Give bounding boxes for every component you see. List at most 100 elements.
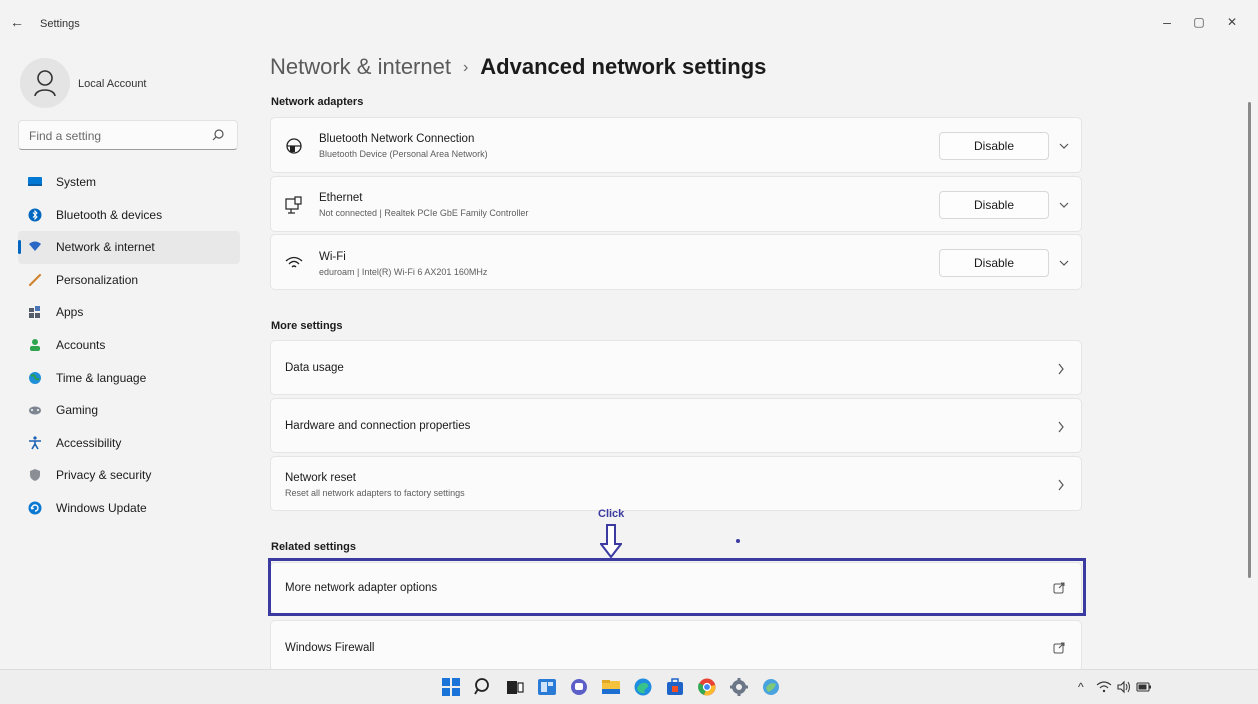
wifi-icon[interactable] bbox=[1096, 680, 1112, 694]
ethernet-icon bbox=[285, 196, 302, 214]
setting-description: Reset all network adapters to factory se… bbox=[285, 488, 465, 498]
adapter-name: Ethernet bbox=[319, 192, 363, 204]
file-explorer-icon[interactable] bbox=[601, 677, 621, 697]
account-header[interactable]: Local Account bbox=[20, 58, 240, 110]
chevron-down-icon[interactable] bbox=[1059, 201, 1069, 209]
sidebar-item-system[interactable]: System bbox=[18, 166, 240, 199]
search-box[interactable] bbox=[18, 120, 238, 150]
restore-button[interactable]: ▢ bbox=[1187, 10, 1211, 34]
gamepad-icon bbox=[29, 406, 41, 415]
sidebar-item-label: System bbox=[56, 175, 97, 189]
windows-firewall-item[interactable]: Windows Firewall bbox=[270, 620, 1082, 672]
sidebar-item-personalization[interactable]: Personalization bbox=[18, 264, 240, 297]
chat-icon[interactable] bbox=[569, 677, 589, 697]
external-link-icon bbox=[1053, 582, 1065, 594]
close-button[interactable]: ✕ bbox=[1220, 10, 1244, 34]
shield-icon bbox=[30, 469, 40, 482]
back-icon[interactable]: ← bbox=[10, 14, 30, 32]
breadcrumb-separator: › bbox=[462, 59, 469, 76]
person-icon bbox=[30, 338, 40, 351]
window-title: Settings bbox=[40, 18, 80, 30]
setting-label: Data usage bbox=[285, 362, 344, 374]
setting-label: Hardware and connection properties bbox=[285, 420, 471, 432]
update-icon bbox=[28, 501, 42, 515]
search-input[interactable] bbox=[29, 127, 209, 145]
widgets-icon[interactable] bbox=[537, 677, 557, 697]
minimize-button[interactable]: – bbox=[1155, 10, 1179, 34]
adapter-description: Bluetooth Device (Personal Area Network) bbox=[319, 149, 488, 159]
chevron-right-icon bbox=[1058, 363, 1064, 375]
sidebar-item-accounts[interactable]: Accounts bbox=[18, 329, 240, 362]
adapter-card-wifi[interactable]: Wi-Fi eduroam | Intel(R) Wi-Fi 6 AX201 1… bbox=[270, 234, 1082, 290]
sidebar-item-accessibility[interactable]: Accessibility bbox=[18, 427, 240, 460]
task-view-icon[interactable] bbox=[505, 677, 525, 697]
globe-clock-icon bbox=[29, 371, 41, 384]
edge-icon[interactable] bbox=[633, 677, 653, 697]
wifi-icon bbox=[285, 256, 303, 268]
start-icon[interactable] bbox=[441, 677, 461, 697]
chevron-down-icon[interactable] bbox=[1059, 142, 1069, 150]
network-reset-item[interactable]: Network reset Reset all network adapters… bbox=[270, 456, 1082, 511]
click-annotation-label: Click bbox=[598, 508, 625, 520]
adapter-name: Wi-Fi bbox=[319, 251, 346, 263]
show-hidden-icons-icon[interactable]: ^ bbox=[1078, 680, 1094, 694]
sidebar-item-label: Bluetooth & devices bbox=[56, 207, 163, 222]
adapter-card-bluetooth[interactable]: Bluetooth Network Connection Bluetooth D… bbox=[270, 117, 1082, 173]
apps-icon bbox=[29, 306, 40, 319]
disable-button[interactable]: Disable bbox=[939, 191, 1049, 219]
setting-label: Windows Firewall bbox=[285, 642, 375, 654]
sidebar-item-label: Windows Update bbox=[56, 500, 147, 515]
chevron-down-icon[interactable] bbox=[1059, 259, 1069, 267]
settings-icon[interactable] bbox=[729, 677, 749, 697]
sidebar-nav: System Bluetooth & devices Network & int… bbox=[18, 166, 240, 525]
annotation-dot bbox=[736, 539, 740, 543]
sidebar-item-privacy[interactable]: Privacy & security bbox=[18, 459, 240, 492]
avatar bbox=[20, 58, 70, 108]
setting-label: More network adapter options bbox=[285, 582, 438, 594]
sidebar-item-apps[interactable]: Apps bbox=[18, 296, 240, 329]
chrome-icon[interactable] bbox=[697, 677, 717, 697]
hardware-properties-item[interactable]: Hardware and connection properties bbox=[270, 398, 1082, 453]
person-icon bbox=[34, 70, 56, 97]
volume-icon[interactable] bbox=[1116, 680, 1132, 694]
section-title-network-adapters: Network adapters bbox=[271, 96, 364, 108]
store-icon[interactable] bbox=[665, 677, 685, 697]
sidebar-item-time-language[interactable]: Time & language bbox=[18, 362, 240, 395]
adapter-description: eduroam | Intel(R) Wi-Fi 6 AX201 160MHz bbox=[319, 267, 488, 277]
chevron-right-icon bbox=[1058, 421, 1064, 433]
title-bar: ← Settings – ▢ ✕ bbox=[0, 0, 1258, 44]
disable-button[interactable]: Disable bbox=[939, 132, 1049, 160]
search-icon[interactable] bbox=[211, 128, 225, 142]
sidebar-item-label: Network & internet bbox=[56, 240, 155, 255]
accessibility-icon bbox=[29, 436, 41, 450]
sidebar-item-label: Privacy & security bbox=[56, 468, 152, 483]
breadcrumb-parent[interactable]: Network & internet bbox=[270, 54, 451, 79]
sidebar-item-gaming[interactable]: Gaming bbox=[18, 394, 240, 427]
setting-label: Network reset bbox=[285, 472, 356, 484]
chevron-right-icon bbox=[1058, 479, 1064, 491]
scrollbar[interactable] bbox=[1248, 102, 1251, 578]
more-network-adapter-options-item[interactable]: More network adapter options bbox=[270, 562, 1082, 614]
sidebar-item-network[interactable]: Network & internet bbox=[18, 231, 240, 264]
sidebar-item-label: Personalization bbox=[56, 272, 139, 287]
search-icon[interactable] bbox=[473, 677, 493, 697]
sidebar-item-windows-update[interactable]: Windows Update bbox=[18, 492, 240, 525]
down-arrow-icon bbox=[600, 524, 622, 558]
sidebar-item-bluetooth[interactable]: Bluetooth & devices bbox=[18, 199, 240, 232]
sidebar-item-label: Apps bbox=[56, 305, 84, 320]
bluetooth-network-icon bbox=[286, 138, 302, 154]
section-title-more-settings: More settings bbox=[271, 320, 343, 332]
system-icon bbox=[28, 177, 42, 186]
sidebar-item-label: Time & language bbox=[56, 370, 147, 385]
breadcrumb: Network & internet › Advanced network sett… bbox=[270, 54, 766, 80]
adapter-description: Not connected | Realtek PCIe GbE Family … bbox=[319, 208, 529, 218]
adapter-card-ethernet[interactable]: Ethernet Not connected | Realtek PCIe Gb… bbox=[270, 176, 1082, 232]
data-usage-item[interactable]: Data usage bbox=[270, 340, 1082, 395]
section-title-related-settings: Related settings bbox=[271, 541, 356, 553]
battery-icon[interactable] bbox=[1136, 680, 1152, 694]
app-icon[interactable] bbox=[761, 677, 781, 697]
disable-button[interactable]: Disable bbox=[939, 249, 1049, 277]
brush-icon bbox=[28, 273, 42, 286]
sidebar-item-label: Accounts bbox=[56, 337, 106, 352]
page-title: Advanced network settings bbox=[480, 54, 767, 79]
